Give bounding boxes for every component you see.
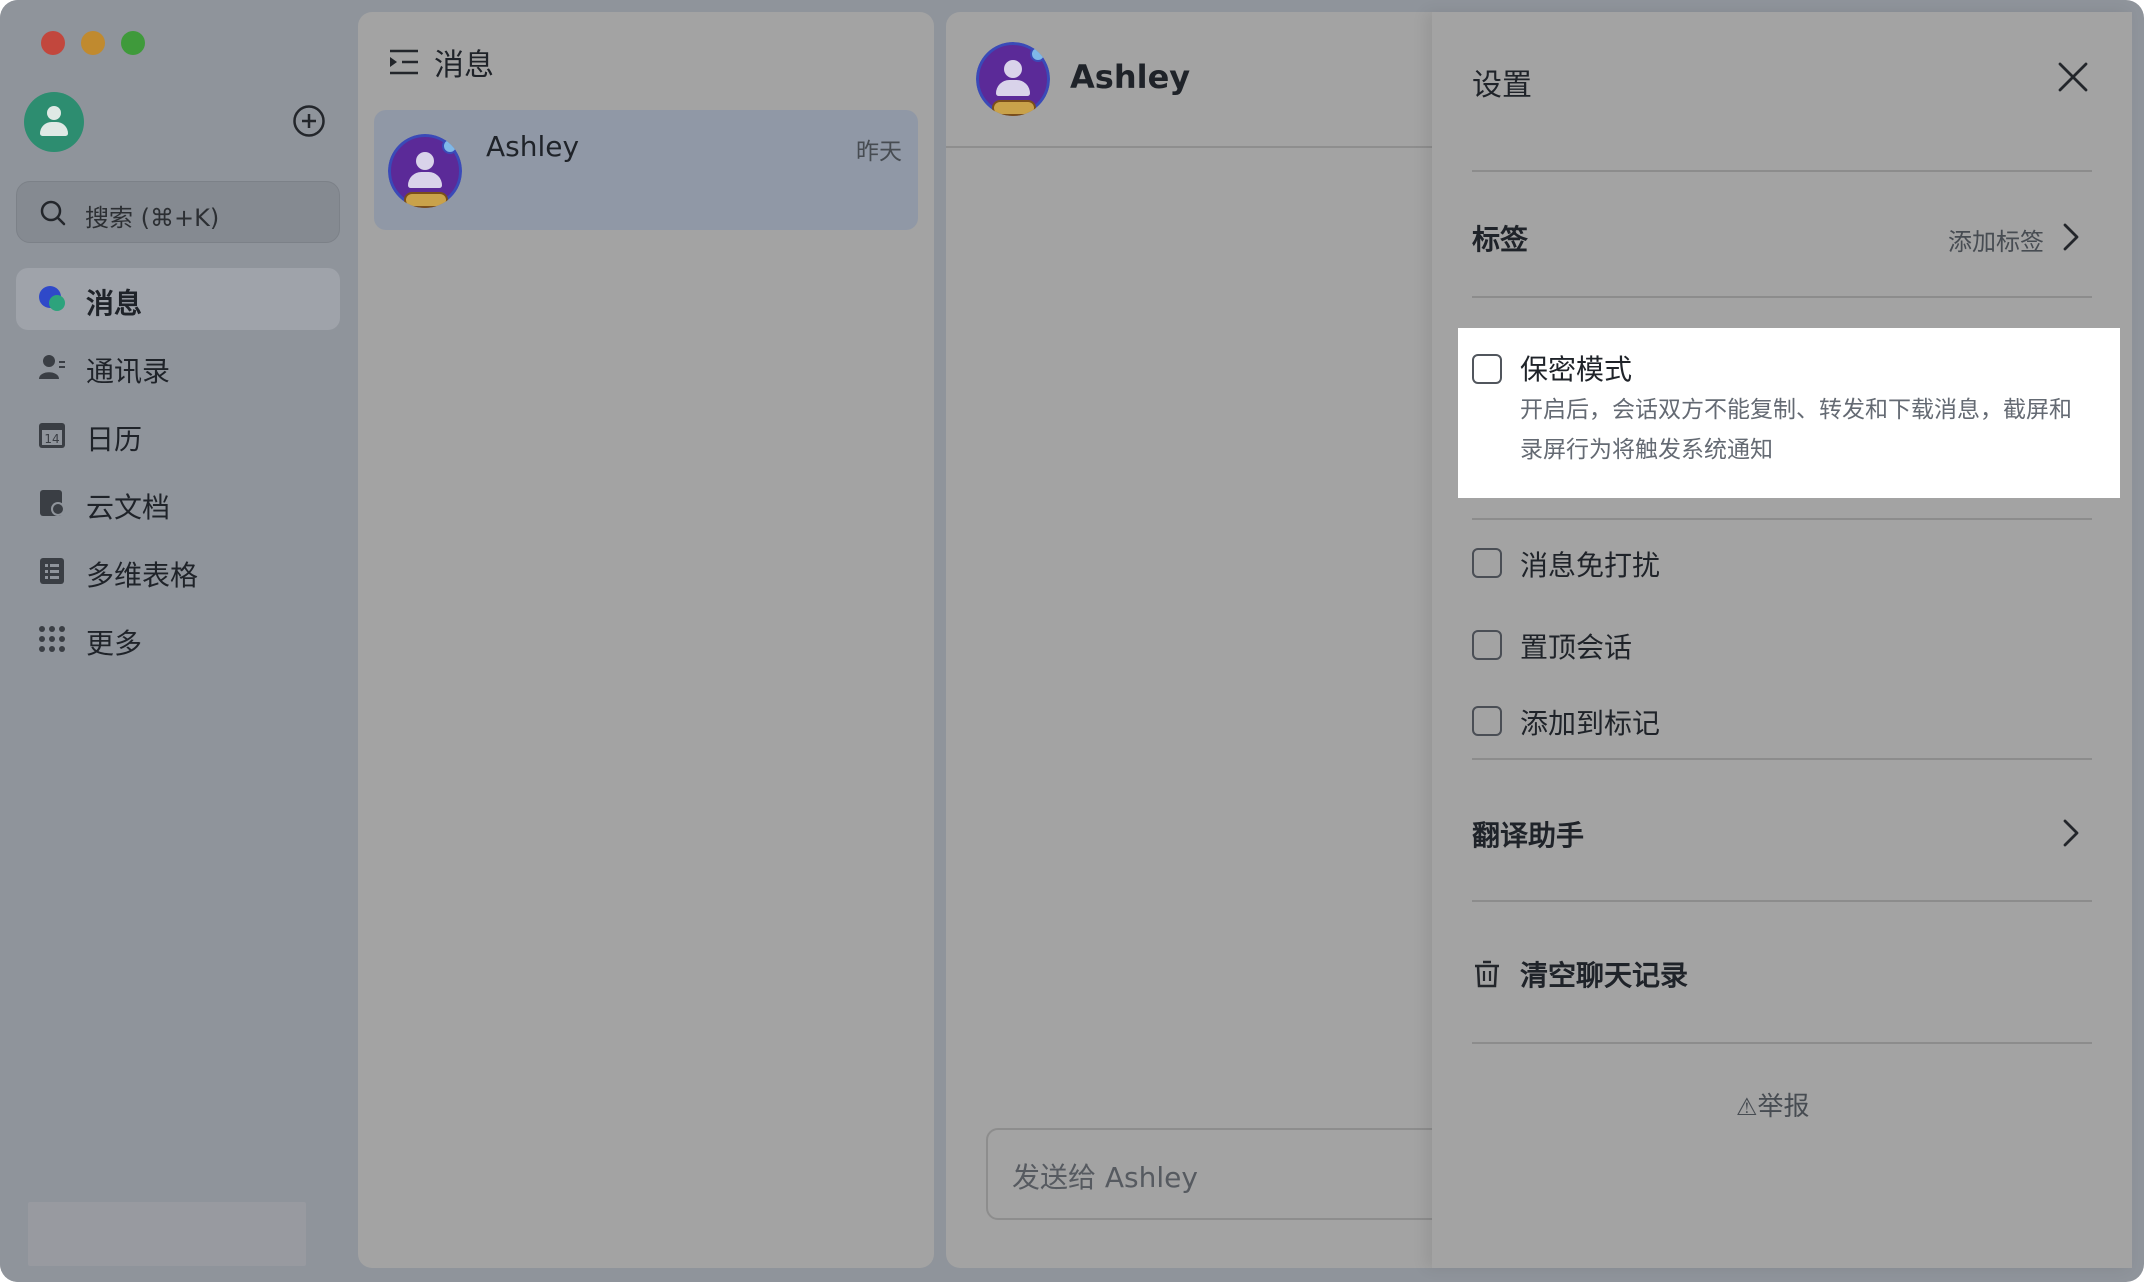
report-label: 举报 [1757,1092,1810,1122]
clear-history-button[interactable]: 清空聊天记录 [1520,954,1688,994]
sidebar-item-messages[interactable]: 消息 [16,268,340,330]
mute-label: 消息免打扰 [1520,549,1661,582]
divider [1472,1042,2092,1044]
warning-icon: ⚠ [1736,1093,1758,1121]
close-icon[interactable] [2056,60,2090,94]
divider [1472,900,2092,902]
message-input-placeholder: 发送给 Ashley [1012,1161,1198,1194]
sidebar-item-more[interactable]: 更多 [16,608,340,670]
contact-avatar[interactable] [976,42,1050,116]
chat-list-item[interactable]: Ashley 昨天 [374,110,918,230]
maximize-window-button[interactable] [121,31,145,55]
collapse-list-icon[interactable] [388,48,420,76]
sidebar-footer-banner[interactable] [28,1202,306,1266]
divider [1472,296,2092,298]
chat-list-title: 消息 [434,48,494,83]
calendar-icon: 14 [39,423,65,448]
chevron-right-icon[interactable] [2062,222,2080,252]
sidebar-item-label: 多维表格 [86,559,199,592]
close-window-button[interactable] [41,31,65,55]
sidebar-item-multi-table[interactable]: 多维表格 [16,540,340,602]
add-to-marked-label: 添加到标记 [1520,707,1661,740]
report-button[interactable]: ⚠举报 [1736,1086,1810,1123]
svg-text:14: 14 [44,432,59,446]
sidebar-item-label: 通讯录 [86,355,171,388]
add-to-marked-checkbox[interactable] [1472,706,1502,736]
app-window: 搜索 (⌘+K) 消息 通讯录 14 日历 云文档 多维表格 更多 消息 Ash… [0,0,2144,1282]
cloud-docs-icon [40,490,65,516]
trash-icon[interactable] [1472,959,1502,989]
chat-name: Ashley [486,130,580,163]
chat-list-pane: 消息 Ashley 昨天 [358,12,934,1268]
translate-assistant-row[interactable]: 翻译助手 [1472,814,1584,854]
search-input[interactable]: 搜索 (⌘+K) [16,181,340,243]
conversation-title: Ashley [1070,58,1191,96]
secret-mode-label: 保密模式 [1520,353,1633,386]
sidebar-item-calendar[interactable]: 14 日历 [16,404,340,466]
plus-circle-icon[interactable] [292,104,326,138]
secret-mode-description: 开启后，会话双方不能复制、转发和下载消息，截屏和录屏行为将触发系统通知 [1520,397,2072,463]
chat-bubble-icon [39,286,65,311]
sidebar-item-cloud-docs[interactable]: 云文档 [16,472,340,534]
sidebar-item-label: 更多 [86,627,143,660]
sidebar-item-contacts[interactable]: 通讯录 [16,336,340,398]
pin-chat-checkbox[interactable] [1472,630,1502,660]
grid-dots-icon [39,626,65,652]
divider [1472,170,2092,172]
sidebar: 搜索 (⌘+K) 消息 通讯录 14 日历 云文档 多维表格 更多 [0,0,358,1282]
divider [1472,758,2092,760]
contact-avatar [388,134,462,208]
secret-mode-option: 保密模式 开启后，会话双方不能复制、转发和下载消息，截屏和录屏行为将触发系统通知 [1458,328,2120,498]
multi-table-icon [40,558,64,584]
secret-mode-checkbox[interactable] [1472,354,1502,384]
avatar[interactable] [24,92,84,152]
divider [1472,518,2092,520]
chat-timestamp: 昨天 [856,139,902,165]
minimize-window-button[interactable] [81,31,105,55]
tags-label: 标签 [1472,223,1529,256]
mute-checkbox[interactable] [1472,548,1502,578]
settings-panel: 设置 标签 添加标签 保密模式 开启后，会话双方不能复制、转发和下载消息，截屏和… [1432,12,2132,1268]
sidebar-item-label: 日历 [86,423,143,456]
search-icon [40,200,66,226]
settings-title: 设置 [1472,68,1532,103]
add-tag-link[interactable]: 添加标签 [1948,222,2044,257]
sidebar-item-label: 消息 [86,287,143,320]
contacts-icon [39,355,65,379]
sidebar-item-label: 云文档 [86,491,171,524]
pin-chat-label: 置顶会话 [1520,631,1633,664]
chevron-right-icon[interactable] [2062,818,2080,848]
search-placeholder: 搜索 (⌘+K) [85,204,220,232]
